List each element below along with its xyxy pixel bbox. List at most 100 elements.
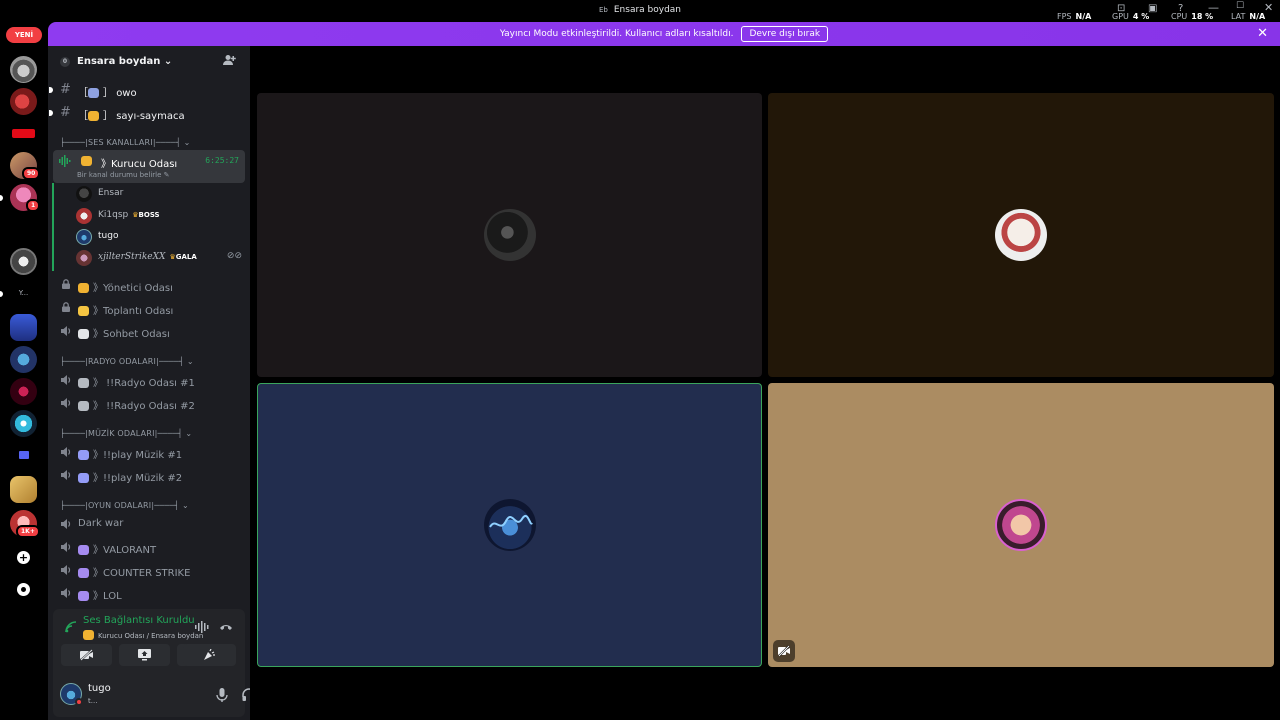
user-status: t... [88,697,98,705]
server-mini-icon: 0 [60,57,70,67]
streamer-mode-banner: Yayıncı Modu etkinleştirildi. Kullanıcı … [48,22,1280,46]
screen-share-button[interactable] [119,644,170,666]
server-badge: 1 [26,199,41,212]
server-icon-gray[interactable] [10,248,37,275]
new-badge[interactable]: YENİ [6,27,42,43]
channel-yonetici-odasi[interactable]: 》Yönetici Odası [54,275,244,295]
maximize-button[interactable]: ☐ [1236,1,1244,11]
server-icon-flag[interactable] [10,120,37,147]
camera-button[interactable] [61,644,112,666]
speaker-icon [61,398,71,408]
voice-user-tugo[interactable]: tugo [74,228,242,246]
voice-user-ensar[interactable]: Ensar [74,185,242,203]
channel-kurucu-odasi[interactable]: 》Kurucu Odası 6:25:27 Bir kanal durumu b… [53,150,245,183]
channel-toplanti-odasi[interactable]: 》Toplantı Odası [54,298,244,318]
participant-tile-xjilterstrike[interactable] [768,383,1274,667]
server-icon-cat[interactable] [10,56,37,83]
emoji-icon [88,88,99,98]
speaker-icon [61,326,71,336]
participant-avatar [483,499,536,551]
connection-status[interactable]: Ses Bağlantısı Kuruldu [83,615,195,626]
category-game[interactable]: ├────|OYUN ODALARI|────┤ ⌄ [60,501,189,510]
minimize-button[interactable]: — [1208,1,1219,14]
category-voice[interactable]: ├────|SES KANALLARI|────┤ ⌄ [60,138,190,147]
signal-icon[interactable] [65,621,77,633]
channel-valorant[interactable]: 》VALORANT [54,537,244,557]
discover-icon[interactable] [10,576,37,603]
channel-muzik-1[interactable]: 》!!play Müzik #1 [54,442,244,462]
speaker-icon [61,375,71,385]
channel-sohbet-odasi[interactable]: 》Sohbet Odası [54,321,244,341]
music-emoji-icon [78,450,89,460]
speaker-icon [61,470,71,480]
lock-icon [62,302,70,312]
channel-dark-war[interactable]: Dark war [54,514,244,534]
channel-counter-strike[interactable]: 》COUNTER STRIKE [54,560,244,580]
server-badge: 1K+ [16,525,40,538]
unread-indicator [49,87,53,93]
participant-tile-tugo[interactable] [257,383,762,667]
connection-location: Kurucu Odası / Ensara boydan [83,630,203,640]
speaker-icon [61,542,71,552]
screen-share-icon [138,649,151,661]
radio-emoji-icon [78,401,89,411]
server-icon-cyan[interactable] [10,410,37,437]
server-icon-nexus[interactable] [10,314,37,341]
call-timer: 6:25:27 [205,156,239,165]
username[interactable]: tugo [88,683,111,694]
server-icon-dark-red[interactable] [10,378,37,405]
channel-muzik-2[interactable]: 》!!play Müzik #2 [54,465,244,485]
camera-off-icon [778,645,790,657]
unread-indicator [49,110,53,116]
server-icon-red[interactable] [10,88,37,115]
soundboard-button[interactable] [183,644,236,666]
channel-status[interactable]: Bir kanal durumu belirle ✎ [77,171,170,179]
title-bar: Eb Ensara boydan ⊡ ▣ ? FPS N/A GPU 4 % CPU 1… [0,0,1280,22]
unread-pill [0,291,3,297]
person-add-icon[interactable] [223,54,236,69]
participant-tile-ki1qsp[interactable] [768,93,1274,377]
channel-lol[interactable]: 》LOL [54,583,244,603]
emoji-icon [78,329,89,339]
add-server-icon[interactable]: + [10,544,37,571]
channel-sayi-saymaca[interactable]: # ［ ］ sayı-saymaca [49,103,244,123]
user-panel: tugo t... [53,675,282,717]
voice-active-icon [59,155,71,167]
speaker-icon [61,565,71,575]
voice-user-xjilterstrike[interactable]: xjilterStrikeXX ♛GALA ⊘⊘ [74,249,242,267]
disable-streamer-mode-button[interactable]: Devre dışı bırak [741,26,829,42]
channel-sidebar: 0 Ensara boydan ⌄ # ［ ］ owo # ［ ］ sayı-say… [48,46,282,720]
server-name[interactable]: Ensara boydan ⌄ [77,56,172,67]
avatar [76,250,92,266]
gamepad-emoji-icon [78,568,89,578]
camera-off-deafen-icons: ⊘⊘ [226,251,242,261]
voice-user-ki1qsp[interactable]: Ki1qsp ♛BOSS [74,207,242,225]
channel-owo[interactable]: # ［ ］ owo [49,80,244,100]
disconnect-icon[interactable] [219,622,233,632]
category-music[interactable]: ├────|MÜZİK ODALARI|────┤ ⌄ [60,429,192,438]
category-radio[interactable]: ├────|RADYO ODALARI|────┤ ⌄ [60,357,194,366]
microphone-icon[interactable] [214,687,230,703]
active-channel-name: 》Kurucu Odası [101,159,178,170]
close-window-button[interactable]: ✕ [1264,1,1273,14]
folder-icon[interactable] [10,442,37,469]
channel-radyo-1[interactable]: 》 !!Radyo Odası #1 [54,370,244,390]
server-icon-text[interactable]: Y... [10,280,37,307]
cpu-monitor-icon: ▣ [1148,3,1158,14]
noise-suppression-icon[interactable] [195,621,209,633]
unread-pill [0,195,3,201]
server-header[interactable]: 0 Ensara boydan ⌄ [48,46,250,78]
speaker-icon [61,447,71,457]
dnd-status-icon [75,698,83,706]
speaker-icon [61,588,71,598]
speaker-icon [61,519,71,529]
banner-close-icon[interactable]: ✕ [1257,26,1268,41]
active-channel-line [52,183,54,271]
server-icon-black[interactable] [10,216,37,243]
server-icon-yellow[interactable] [10,476,37,503]
participant-avatar [483,209,536,261]
server-icon-blue[interactable] [10,346,37,373]
channel-radyo-2[interactable]: 》 !!Radyo Odası #2 [54,393,244,413]
fps-stat: FPS N/A [1057,12,1092,21]
participant-tile-ensar[interactable] [257,93,762,377]
